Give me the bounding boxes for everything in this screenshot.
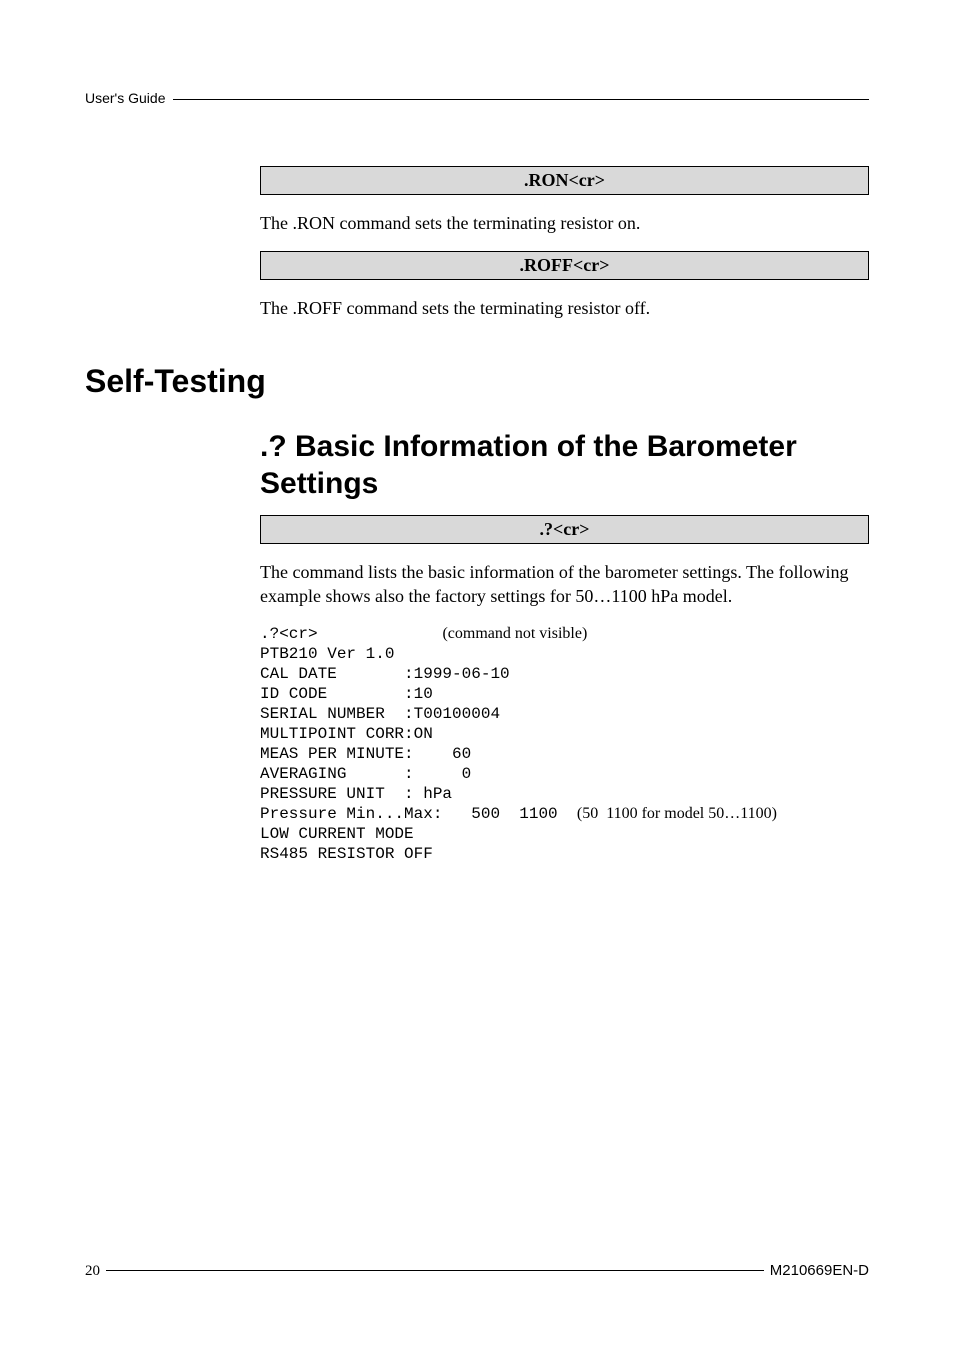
paragraph-basic-info: The command lists the basic information …: [260, 560, 869, 609]
code-line: PTB210 Ver 1.0: [260, 645, 394, 663]
code-note: (command not visible): [442, 625, 587, 642]
command-box-question: .?<cr>: [260, 515, 869, 544]
command-box-ron: .RON<cr>: [260, 166, 869, 195]
code-note: (50 1100 for model 50…1100): [577, 805, 777, 822]
code-line: MEAS PER MINUTE: 60: [260, 745, 471, 763]
code-line: ID CODE :10: [260, 685, 433, 703]
code-line: LOW CURRENT MODE: [260, 825, 414, 843]
header-rule: [173, 99, 869, 100]
code-line: RS485 RESISTOR OFF: [260, 845, 433, 863]
code-line: SERIAL NUMBER :T00100004: [260, 705, 500, 723]
code-block: .?<cr> (command not visible) PTB210 Ver …: [260, 624, 869, 864]
paragraph-roff: The .ROFF command sets the terminating r…: [260, 296, 869, 320]
code-line: CAL DATE :1999-06-10: [260, 665, 510, 683]
footer-rule: [106, 1270, 764, 1271]
page-header: User's Guide: [85, 90, 869, 106]
code-line: .?<cr>: [260, 625, 318, 643]
header-label: User's Guide: [85, 90, 165, 106]
command-box-roff: .ROFF<cr>: [260, 251, 869, 280]
code-line: MULTIPOINT CORR:ON: [260, 725, 433, 743]
paragraph-ron: The .RON command sets the terminating re…: [260, 211, 869, 235]
section-heading-self-testing: Self-Testing: [85, 363, 869, 400]
code-line: Pressure Min...Max: 500 1100: [260, 805, 577, 823]
page-footer: 20 M210669EN-D: [85, 1262, 869, 1280]
page-number: 20: [85, 1263, 100, 1280]
code-line: AVERAGING : 0: [260, 765, 471, 783]
subsection-heading-basic-info: .? Basic Information of the Barometer Se…: [260, 428, 869, 503]
doc-id: M210669EN-D: [770, 1262, 869, 1279]
code-line: PRESSURE UNIT : hPa: [260, 785, 452, 803]
